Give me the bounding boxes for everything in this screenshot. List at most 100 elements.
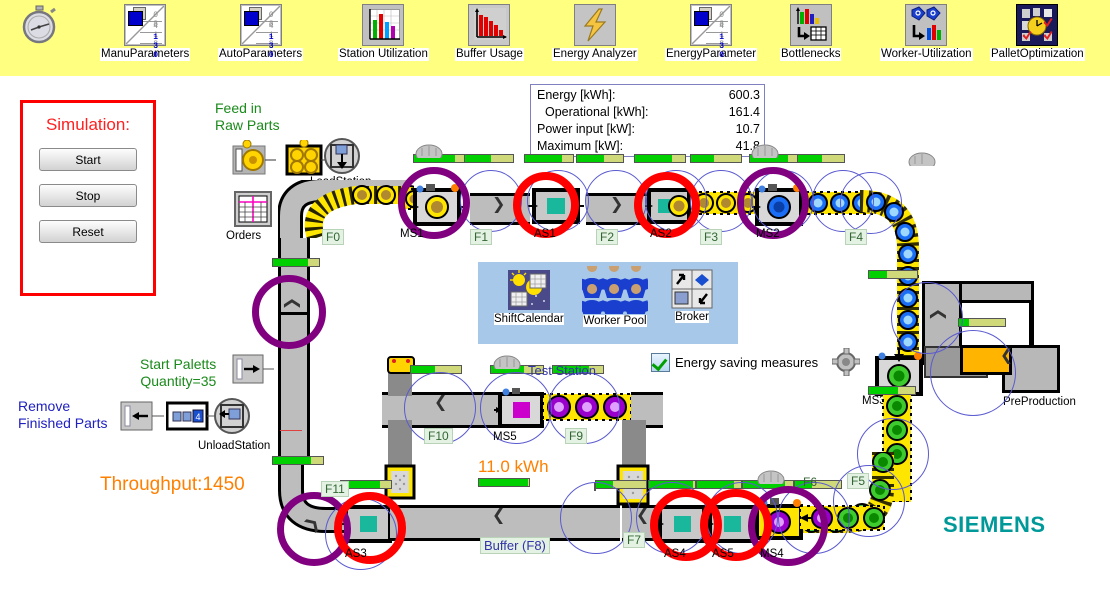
toolbar-label: PalletOptimization bbox=[990, 48, 1085, 61]
stop-button[interactable]: Stop bbox=[39, 184, 137, 207]
energy-saving-checkbox[interactable] bbox=[651, 353, 670, 372]
broker-label: Broker bbox=[675, 311, 709, 323]
shift-calendar-icon bbox=[507, 270, 550, 310]
toolbar-button-stopwatch[interactable] bbox=[18, 4, 60, 46]
conveyor-label-f7: F7 bbox=[623, 532, 646, 548]
drain-icon[interactable] bbox=[120, 400, 168, 437]
orders-icon[interactable] bbox=[233, 190, 273, 233]
station-label-as2: AS2 bbox=[650, 228, 672, 240]
machine-crown-icon bbox=[415, 144, 443, 158]
toolbar-button-manu-parameters[interactable]: 0 84 1 81 3 0 ManuParameters bbox=[100, 4, 191, 61]
conveyor-label-f9: F9 bbox=[565, 428, 588, 444]
toolbar-label: Buffer Usage bbox=[455, 48, 524, 61]
broker-icon bbox=[671, 269, 713, 309]
stat-key: Operational [kWh]: bbox=[545, 105, 649, 119]
stopwatch-icon bbox=[18, 4, 60, 46]
conveyor-marker bbox=[280, 430, 302, 431]
energy-bar bbox=[690, 154, 742, 163]
unload-buffer-icon[interactable]: 4 bbox=[165, 400, 214, 437]
orders-label: Orders bbox=[226, 230, 262, 242]
chain-belt-topleft bbox=[304, 185, 414, 238]
load-station-icon[interactable] bbox=[323, 136, 361, 181]
flow-arrow-icon: ❯ bbox=[492, 508, 506, 527]
worker-pool-label: Worker Pool bbox=[583, 315, 647, 327]
station-label-as5: AS5 bbox=[712, 548, 734, 560]
station-label-as1: AS1 bbox=[534, 228, 556, 240]
unload-station-icon[interactable] bbox=[213, 396, 251, 441]
broker-button[interactable]: Broker bbox=[670, 268, 714, 323]
parameters-icon: 0 84 1 81 3 0 bbox=[124, 4, 167, 60]
pallet-opt-icon bbox=[1016, 4, 1059, 46]
stat-key: Power input [kW]: bbox=[537, 122, 635, 136]
stat-value: 10.7 bbox=[735, 122, 760, 136]
kwh-meter-label: 11.0 kWh bbox=[478, 457, 549, 476]
analysis-ring bbox=[560, 482, 632, 554]
stat-key: Maximum [kW]: bbox=[537, 139, 624, 153]
remove-finished-parts-label: Remove Finished Parts bbox=[18, 398, 108, 431]
machine-crown-icon bbox=[493, 355, 521, 369]
worker-util-icon bbox=[905, 4, 948, 46]
stat-key: Energy [kWh]: bbox=[537, 88, 616, 102]
siemens-logo: SIEMENS bbox=[943, 512, 1046, 537]
station-label-ms5: MS5 bbox=[493, 431, 517, 443]
energy-bar bbox=[868, 386, 916, 395]
worker-panel: ShiftCalendar Worker Pool Broker bbox=[478, 262, 738, 344]
bar-chart-icon bbox=[362, 4, 405, 46]
toolbar-button-energy-analyzer[interactable]: Energy Analyzer bbox=[552, 4, 638, 61]
reset-button[interactable]: Reset bbox=[39, 220, 137, 243]
station-label-as4: AS4 bbox=[664, 548, 686, 560]
toolbar-label: Station Utilization bbox=[338, 48, 429, 61]
machine-crown-icon bbox=[908, 152, 936, 166]
conveyor-label-f6: F6 bbox=[803, 475, 818, 489]
analysis-ring bbox=[930, 330, 1016, 416]
highlight-ring-purple bbox=[252, 275, 326, 349]
gear-icon[interactable] bbox=[832, 348, 860, 376]
conveyor-label-f3: F3 bbox=[700, 229, 723, 245]
station-label-ms1: MS1 bbox=[400, 228, 424, 240]
start-button[interactable]: Start bbox=[39, 148, 137, 171]
machine-crown-icon bbox=[757, 470, 785, 484]
start-paletts-icon[interactable] bbox=[232, 354, 278, 389]
worker-pool-button[interactable]: Worker Pool bbox=[582, 266, 648, 327]
simulation-title: Simulation: bbox=[45, 115, 131, 134]
energy-saving-measures-checkbox-row[interactable]: Energy saving measures bbox=[651, 353, 818, 372]
energy-bar-meter bbox=[478, 478, 530, 487]
source-icon[interactable] bbox=[232, 139, 276, 181]
toolbar-button-bottlenecks[interactable]: Bottlenecks bbox=[780, 4, 842, 61]
energy-bar bbox=[464, 154, 514, 163]
unload-station-label: UnloadStation bbox=[198, 440, 271, 452]
stat-value: 600.3 bbox=[728, 88, 760, 102]
svg-text:4: 4 bbox=[195, 412, 200, 422]
toolbar-button-pallet-optimization[interactable]: PalletOptimization bbox=[990, 4, 1085, 61]
conveyor-label-f2: F2 bbox=[596, 229, 619, 245]
energy-bar bbox=[797, 154, 845, 163]
energy-bar bbox=[524, 154, 574, 163]
toolbar-button-energy-parameter[interactable]: 0 84 1 81 3 0 EnergyParameter bbox=[665, 4, 758, 61]
analysis-ring bbox=[840, 172, 902, 234]
parameters-icon: 0 84 1 81 3 0 bbox=[690, 4, 733, 60]
toolbar-button-station-utilization[interactable]: Station Utilization bbox=[338, 4, 429, 61]
energy-stats-row: Power input [kW]: 10.7 bbox=[537, 121, 760, 138]
throughput-label: Throughput:1450 bbox=[100, 474, 245, 495]
conveyor-label-f1: F1 bbox=[470, 229, 493, 245]
conveyor-label-f5: F5 bbox=[847, 473, 870, 489]
toolbar-button-buffer-usage[interactable]: Buffer Usage bbox=[455, 4, 524, 61]
simulation-panel: Simulation: Start Stop Reset bbox=[20, 100, 156, 296]
energy-bar bbox=[272, 456, 324, 465]
conveyor-label-f11: F11 bbox=[321, 481, 349, 497]
conveyor-label-f10: F10 bbox=[424, 428, 453, 444]
toolbar-label: ManuParameters bbox=[100, 48, 191, 61]
toolbar-label: Bottlenecks bbox=[780, 48, 842, 61]
worker-pool-icon bbox=[582, 266, 648, 314]
station-label-ms2: MS2 bbox=[756, 228, 780, 240]
lightning-icon bbox=[573, 4, 616, 46]
test-station-label: Test Station bbox=[528, 363, 596, 378]
shift-calendar-button[interactable]: ShiftCalendar bbox=[494, 268, 564, 325]
toolbar-button-worker-utilization[interactable]: Worker-Utilization bbox=[880, 4, 973, 61]
conveyor-label-f0: F0 bbox=[322, 229, 345, 245]
toolbar-button-auto-parameters[interactable]: 0 84 1 81 3 0 AutoParameters bbox=[218, 4, 304, 61]
toolbar-label: Worker-Utilization bbox=[880, 48, 973, 61]
energy-stats-row: Maximum [kW]: 41.8 bbox=[537, 138, 760, 155]
energy-bar bbox=[958, 318, 1006, 327]
parameters-icon: 0 84 1 81 3 0 bbox=[239, 4, 282, 60]
